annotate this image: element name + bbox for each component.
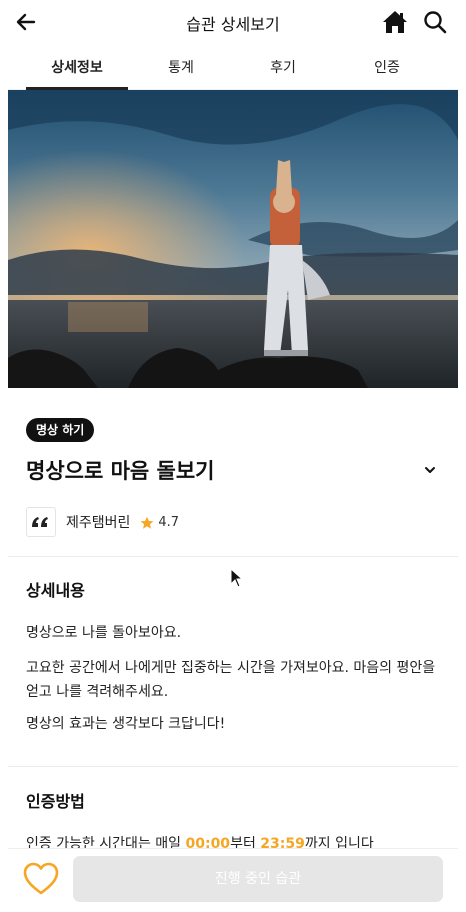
heart-outline-icon[interactable] xyxy=(22,860,60,898)
divider xyxy=(8,556,458,557)
rating-value: 4.7 xyxy=(158,514,180,530)
tab-certification[interactable]: 인증 xyxy=(336,48,438,90)
tab-details[interactable]: 상세정보 xyxy=(26,48,128,90)
habit-detail-screen: 습관 상세보기 상세정보 통계 후기 인증 명상 하기 명상으로 마음 돌보기 … xyxy=(8,0,458,912)
in-progress-habit-button[interactable]: 진행 중인 습관 xyxy=(73,856,443,902)
creator-logo xyxy=(26,507,56,537)
top-app-bar: 습관 상세보기 xyxy=(8,0,458,44)
details-section-title: 상세내용 xyxy=(26,581,85,600)
creator-name: 제주탬버린 xyxy=(66,515,131,531)
details-paragraph: 명상으로 나를 돌아보아요. xyxy=(26,625,182,641)
category-badge: 명상 하기 xyxy=(26,418,95,442)
star-icon xyxy=(140,515,154,529)
tab-bar: 상세정보 통계 후기 인증 xyxy=(8,48,458,90)
home-icon[interactable] xyxy=(382,9,408,35)
creator-info[interactable]: 제주탬버린 4.7 xyxy=(26,507,179,537)
tab-statistics[interactable]: 통계 xyxy=(130,48,232,90)
details-paragraph: 명상의 효과는 생각보다 크답니다! xyxy=(26,716,226,732)
meditation-photo xyxy=(8,90,458,388)
divider xyxy=(8,766,458,767)
chevron-down-icon[interactable] xyxy=(422,462,438,478)
tab-reviews[interactable]: 후기 xyxy=(232,48,334,90)
certification-section-title: 인증방법 xyxy=(26,792,85,811)
mouse-pointer-icon xyxy=(230,567,244,588)
search-icon[interactable] xyxy=(422,9,448,35)
habit-title: 명상으로 마음 돌보기 xyxy=(26,459,215,483)
bottom-action-bar: 진행 중인 습관 xyxy=(8,848,458,912)
details-paragraph: 고요한 공간에서 나에게만 집중하는 시간을 가져보아요. 마음의 평안을 얻고… xyxy=(26,660,436,700)
